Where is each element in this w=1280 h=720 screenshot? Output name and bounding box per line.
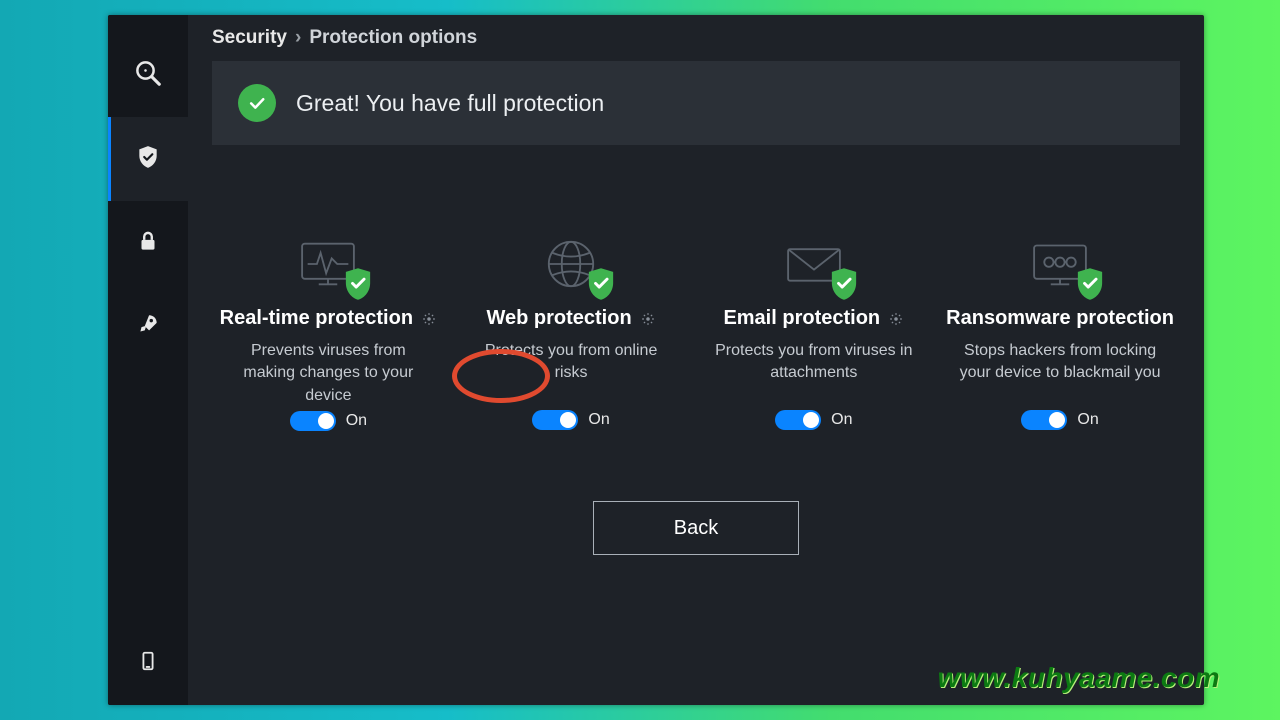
sidebar-item-performance[interactable] <box>108 285 188 369</box>
web-settings-gear-icon[interactable] <box>640 311 656 327</box>
card-title: Email protection <box>723 307 880 330</box>
card-title: Real-time protection <box>220 307 413 330</box>
breadcrumb-root[interactable]: Security <box>212 27 287 49</box>
sidebar <box>108 15 188 705</box>
sidebar-item-security[interactable] <box>108 117 188 201</box>
lock-icon <box>135 228 161 259</box>
shield-check-icon <box>135 144 161 175</box>
card-ransomware-protection: Ransomware protection Stops hackers from… <box>940 235 1180 431</box>
card-realtime-protection: Real-time protection Prevents viruses fr… <box>212 235 445 431</box>
ransomware-toggle[interactable] <box>1021 410 1067 430</box>
email-settings-gear-icon[interactable] <box>888 311 904 327</box>
card-desc: Prevents viruses from making changes to … <box>218 340 439 407</box>
mobile-icon <box>137 650 159 677</box>
search-icon <box>133 58 163 93</box>
shield-ok-icon <box>586 267 616 301</box>
email-toggle[interactable] <box>775 410 821 430</box>
card-desc: Protects you from viruses in attachments <box>703 340 924 406</box>
ransomware-icon <box>1023 235 1097 293</box>
toggle-state: On <box>1077 411 1098 429</box>
shield-ok-icon <box>829 267 859 301</box>
email-icon <box>777 235 851 293</box>
sidebar-item-privacy[interactable] <box>108 201 188 285</box>
toggle-state: On <box>588 411 609 429</box>
card-web-protection: Web protection Protects you from online … <box>455 235 688 431</box>
protection-cards: Real-time protection Prevents viruses fr… <box>212 235 1180 431</box>
app-window: Security › Protection options Great! You… <box>108 15 1204 705</box>
web-toggle[interactable] <box>532 410 578 430</box>
back-button[interactable]: Back <box>593 501 799 555</box>
shield-ok-icon <box>343 267 373 301</box>
web-icon <box>534 235 608 293</box>
card-email-protection: Email protection Protects you from virus… <box>697 235 930 431</box>
status-check-icon <box>238 84 276 122</box>
status-text: Great! You have full protection <box>296 90 604 117</box>
card-desc: Protects you from online risks <box>461 340 682 406</box>
card-desc: Stops hackers from locking your device t… <box>946 340 1174 406</box>
card-title: Web protection <box>486 307 631 330</box>
sidebar-item-search[interactable] <box>108 33 188 117</box>
realtime-settings-gear-icon[interactable] <box>421 311 437 327</box>
toggle-state: On <box>831 411 852 429</box>
card-title: Ransomware protection <box>946 307 1174 330</box>
chevron-right-icon: › <box>295 27 301 49</box>
watermark-text: www.kuhyaame.com <box>938 662 1220 694</box>
toggle-state: On <box>346 412 367 430</box>
sidebar-item-mobile[interactable] <box>108 621 188 705</box>
breadcrumb: Security › Protection options <box>212 27 1180 49</box>
rocket-icon <box>135 312 161 343</box>
breadcrumb-current: Protection options <box>309 27 477 49</box>
realtime-toggle[interactable] <box>290 411 336 431</box>
realtime-icon <box>291 235 365 293</box>
status-banner: Great! You have full protection <box>212 61 1180 145</box>
shield-ok-icon <box>1075 267 1105 301</box>
main-panel: Security › Protection options Great! You… <box>188 15 1204 705</box>
